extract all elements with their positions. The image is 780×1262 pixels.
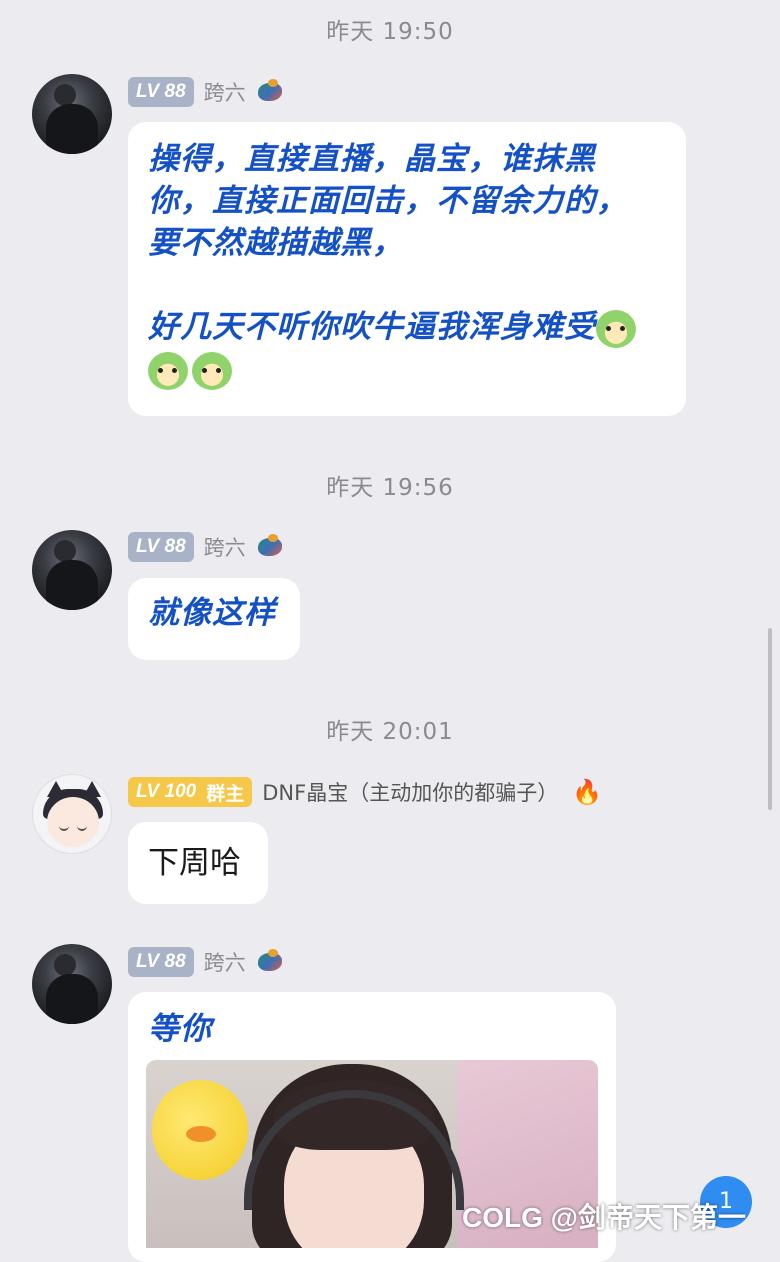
sender-name[interactable]: 跨六 [204,947,246,977]
timestamp: 昨天 20:01 [326,719,454,745]
cabbage-dog-emoji-icon [596,309,636,348]
avatar[interactable] [32,774,112,854]
message-line-blank [148,264,666,306]
message-text: 就像这样 [148,595,276,631]
watermark: COLG @剑帝天下第一 [462,1202,746,1233]
avatar-ear [83,781,101,797]
cabbage-dog-emoji-icon [192,351,232,390]
avatar[interactable] [32,74,112,154]
message-line: 要不然越描越黑， [148,225,404,261]
sender-name[interactable]: 跨六 [204,77,246,107]
role-badge: 群主 [206,783,245,805]
dragon-badge-icon [256,79,286,105]
fire-icon: 🔥 [572,778,603,806]
message-text: 操得，直接直播，晶宝，谁抹黑 你，直接正面回击，不留余力的， 要不然越描越黑， … [148,138,666,390]
sender-row: LV 88 跨六 [128,946,286,978]
dragon-badge-icon [256,534,286,560]
message-bubble[interactable]: 就像这样 [128,578,300,660]
message-line: 操得，直接直播，晶宝，谁抹黑 [148,141,596,177]
message-text: 等你 [148,1011,212,1047]
avatar[interactable] [32,530,112,610]
sender-name[interactable]: 跨六 [204,532,246,562]
level-badge: LV 88 [128,77,194,107]
timestamp: 昨天 19:56 [326,475,454,501]
level-text: LV 100 [136,781,197,802]
level-badge: LV 88 [128,532,194,562]
message-line: 好几天不听你吹牛逼我浑身难受 [148,306,666,348]
sender-name[interactable]: DNF晶宝（主动加你的都骗子） [262,777,558,807]
message-line-text: 好几天不听你吹牛逼我浑身难受 [148,309,596,345]
message-bubble[interactable]: 下周哈 [128,822,268,904]
avatar[interactable] [32,944,112,1024]
dragon-badge-icon [256,949,286,975]
avatar-face [47,797,99,847]
level-badge: LV 100 群主 [128,777,253,807]
sender-row: LV 88 跨六 [128,531,286,563]
level-badge: LV 88 [128,947,194,977]
sender-row: LV 88 跨六 [128,76,286,108]
image-plush-beak [186,1126,216,1142]
avatar-ear [47,781,65,797]
message-bubble[interactable]: 操得，直接直播，晶宝，谁抹黑 你，直接正面回击，不留余力的， 要不然越描越黑， … [128,122,686,416]
message-text: 下周哈 [148,845,241,881]
scrollbar[interactable] [768,628,772,810]
cabbage-dog-emoji-icon [148,351,188,390]
message-line: 你，直接正面回击，不留余力的， [148,183,628,219]
sender-row: LV 100 群主 DNF晶宝（主动加你的都骗子） 🔥 [128,776,602,808]
emoji-line [148,348,666,390]
timestamp: 昨天 19:50 [326,19,454,45]
